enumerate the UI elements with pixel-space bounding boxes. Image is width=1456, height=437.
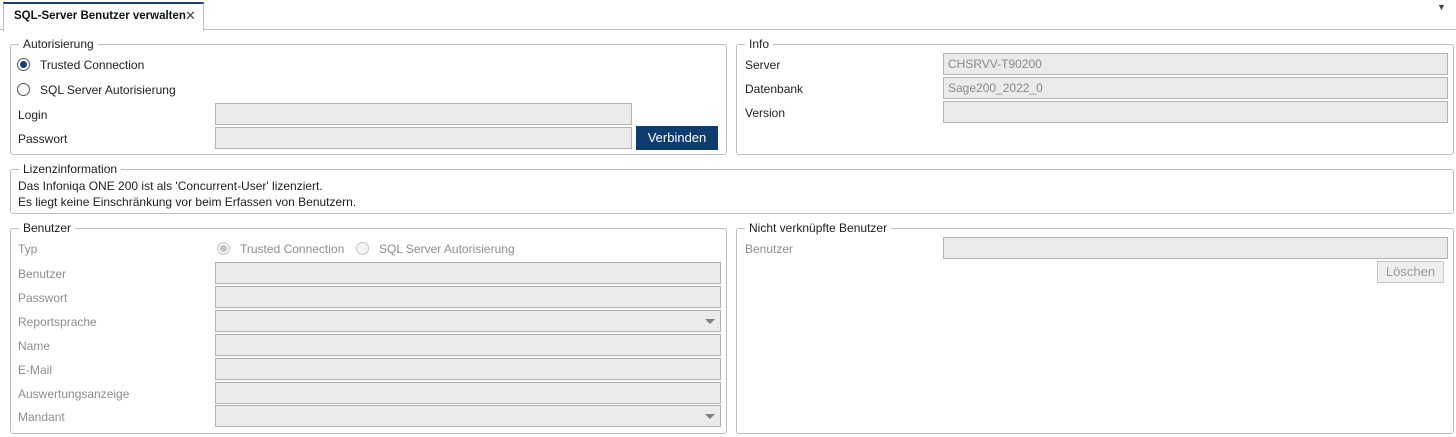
lizenzinformation-legend: Lizenzinformation (19, 162, 122, 176)
typ-radio-sql-server[interactable] (356, 242, 369, 255)
passwort-label: Passwort (18, 132, 68, 146)
nicht-verknuepfte-benutzer-legend: Nicht verknüpfte Benutzer (745, 221, 892, 235)
radio-trusted-connection[interactable] (17, 58, 30, 71)
autorisierung-legend: Autorisierung (19, 37, 98, 51)
server-label: Server (745, 58, 781, 72)
name-label: Name (18, 339, 51, 353)
reportsprache-select[interactable] (215, 310, 721, 332)
benutzer-legend: Benutzer (19, 221, 76, 235)
benutzer-field[interactable] (215, 262, 721, 284)
lizenz-line-1: Das Infoniqa ONE 200 ist als 'Concurrent… (18, 179, 323, 193)
benutzer-passwort-label: Passwort (18, 291, 68, 305)
benutzer-passwort-field[interactable] (215, 286, 721, 308)
nv-benutzer-label: Benutzer (745, 242, 794, 256)
login-field[interactable] (215, 103, 632, 125)
version-label: Version (745, 106, 786, 120)
chevron-down-icon (705, 414, 715, 419)
datenbank-value: Sage200_2022_0 (948, 81, 1043, 95)
reportsprache-label: Reportsprache (18, 315, 97, 329)
radio-sql-server-autorisierung[interactable] (17, 83, 30, 96)
typ-label: Typ (18, 242, 38, 256)
login-label: Login (18, 108, 48, 122)
version-field (943, 101, 1448, 123)
typ-radio-trusted-label[interactable]: Trusted Connection (240, 242, 344, 256)
loeschen-button[interactable]: Löschen (1377, 261, 1444, 283)
tab-title: SQL-Server Benutzer verwalten (14, 10, 186, 22)
server-field: CHSRVV-T90200 (943, 53, 1448, 75)
radio-trusted-connection-label[interactable]: Trusted Connection (40, 58, 144, 72)
datenbank-label: Datenbank (745, 82, 804, 96)
chevron-down-icon (705, 319, 715, 324)
typ-radio-trusted-connection[interactable] (217, 242, 230, 255)
nv-benutzer-field[interactable] (943, 237, 1448, 259)
tab-sql-server-benutzer[interactable]: SQL-Server Benutzer verwalten ✕ (3, 2, 204, 31)
radio-sql-server-autorisierung-label[interactable]: SQL Server Autorisierung (40, 83, 176, 97)
email-label: E-Mail (18, 363, 53, 377)
auswertungsanzeige-label: Auswertungsanzeige (18, 387, 130, 401)
server-value: CHSRVV-T90200 (948, 57, 1042, 71)
info-legend: Info (745, 37, 774, 51)
name-field[interactable] (215, 334, 721, 356)
tab-dropdown-icon[interactable]: ▼ (1437, 2, 1453, 14)
close-icon[interactable]: ✕ (185, 8, 196, 24)
benutzer-label: Benutzer (18, 267, 67, 281)
mandant-select[interactable] (215, 405, 721, 427)
lizenz-line-2: Es liegt keine Einschränkung vor beim Er… (18, 195, 357, 209)
typ-radio-sql-label[interactable]: SQL Server Autorisierung (379, 242, 515, 256)
email-field[interactable] (215, 358, 721, 380)
datenbank-field: Sage200_2022_0 (943, 77, 1448, 99)
auswertungsanzeige-field[interactable] (215, 382, 721, 404)
passwort-field[interactable] (215, 127, 632, 149)
verbinden-button[interactable]: Verbinden (636, 126, 718, 150)
mandant-label: Mandant (18, 410, 65, 424)
tab-strip: SQL-Server Benutzer verwalten ✕ ▼ (0, 0, 1456, 31)
